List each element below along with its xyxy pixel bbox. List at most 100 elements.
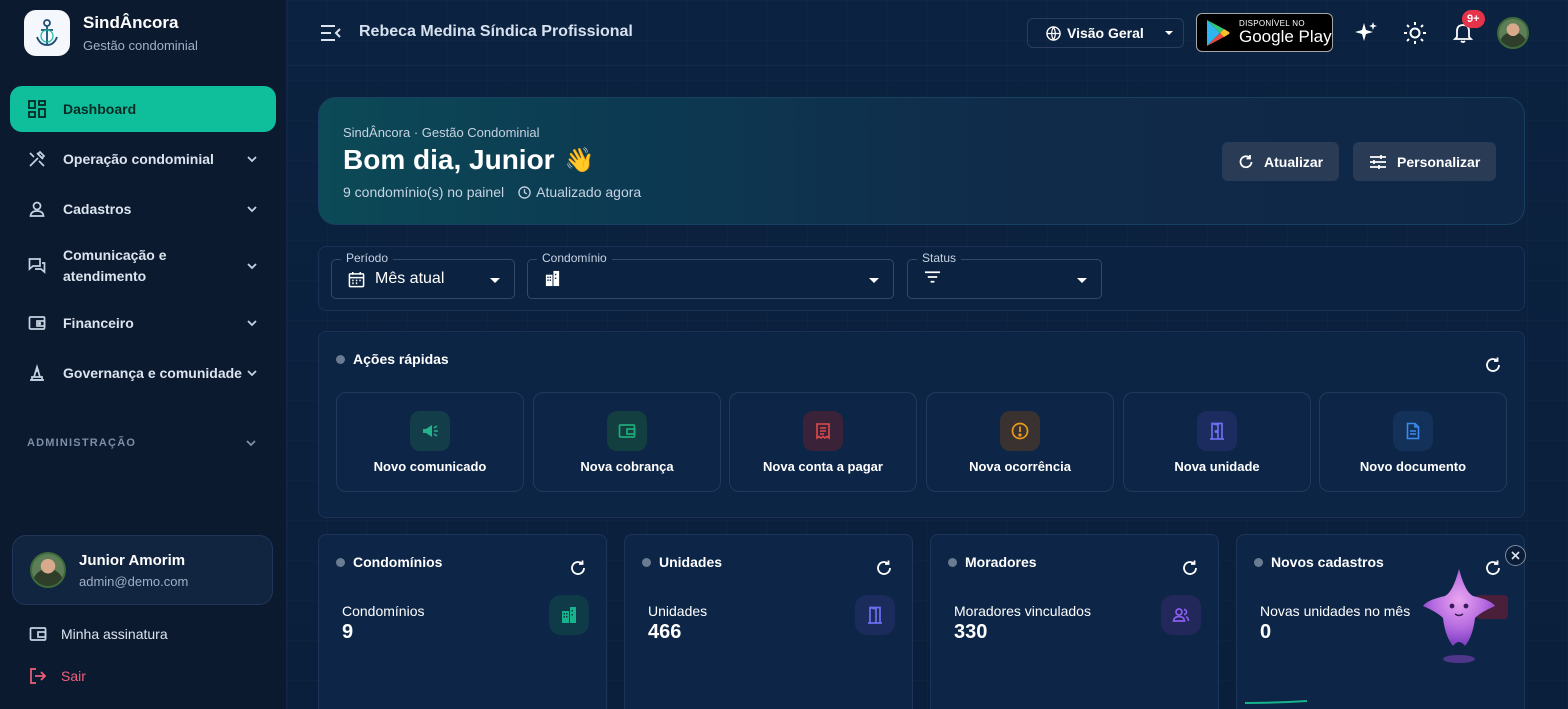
sidebar-item-label: Operação condominial	[63, 150, 214, 167]
logout-link[interactable]: Sair	[29, 667, 86, 685]
stat-value: 0	[1260, 621, 1272, 643]
quick-action-novo-comunicado[interactable]: Novo comunicado	[336, 392, 524, 492]
assistant-star-mascot[interactable]	[1419, 566, 1499, 666]
close-icon	[1511, 551, 1520, 560]
condominium-label: Condomínio	[537, 251, 612, 265]
chevron-down-icon[interactable]	[246, 367, 258, 379]
wallet-icon	[27, 313, 47, 333]
calendar-icon	[348, 271, 365, 287]
refresh-icon	[1239, 154, 1253, 168]
status-label: Status	[917, 251, 962, 265]
stat-value: 9	[342, 621, 354, 643]
quick-action-novo-documento[interactable]: Novo documento	[1319, 392, 1507, 492]
refresh-icon[interactable]	[1484, 356, 1502, 374]
google-play-badge[interactable]: DISPONÍVEL NO Google Play	[1196, 13, 1333, 52]
stat-value: 330	[954, 621, 988, 643]
sidebar-nav: Dashboard Operação condominial Cadastros	[10, 86, 276, 400]
refresh-icon[interactable]	[875, 559, 893, 577]
period-select[interactable]: Período Mês atual	[331, 251, 515, 299]
quick-action-label: Nova cobrança	[580, 459, 674, 474]
welcome-hero: SindÂncora · Gestão Condominial Bom dia,…	[318, 97, 1525, 225]
scope-value: Visão Geral	[1067, 25, 1144, 41]
sidebar-item-operacao[interactable]: Operação condominial	[10, 136, 276, 182]
close-assistant-button[interactable]	[1505, 545, 1526, 566]
sliders-icon	[1370, 154, 1386, 169]
stat-name: Novas unidades no mês	[1260, 603, 1411, 619]
anchor-logo-icon	[24, 10, 70, 56]
people-icon	[1161, 595, 1201, 635]
stat-card-unidades: Unidades Unidades 466	[624, 534, 913, 709]
person-icon	[27, 199, 47, 219]
sidebar-section-administracao[interactable]: ADMINISTRAÇÃO	[27, 437, 257, 449]
user-card[interactable]: Junior Amorim admin@demo.com	[12, 535, 273, 605]
dashboard-icon	[27, 99, 47, 119]
ai-sparkle-button[interactable]	[1353, 20, 1379, 46]
refresh-icon[interactable]	[1181, 559, 1199, 577]
stat-card-condominios: Condomínios Condomínios 9	[318, 534, 607, 709]
quick-action-nova-conta-a-pagar[interactable]: Nova conta a pagar	[729, 392, 917, 492]
user-email: admin@demo.com	[79, 573, 189, 589]
chevron-down-icon[interactable]	[246, 317, 258, 329]
door-icon	[1197, 411, 1237, 451]
scope-select[interactable]: Visão Geral	[1027, 18, 1184, 48]
stat-name: Moradores vinculados	[954, 603, 1091, 619]
stat-title: Unidades	[642, 554, 722, 570]
updated-status: Atualizado agora	[518, 184, 641, 200]
filters-bar: Período Mês atual Condomínio Status	[318, 246, 1525, 311]
brand-name: SindÂncora	[83, 13, 179, 32]
avatar[interactable]	[1497, 17, 1529, 49]
caret-down-icon	[1077, 278, 1087, 283]
subscription-link[interactable]: Minha assinatura	[29, 625, 168, 643]
wave-emoji: 👋	[564, 146, 595, 174]
governance-icon	[27, 363, 47, 383]
sidebar-item-financeiro[interactable]: Financeiro	[10, 300, 276, 346]
status-dot	[1254, 557, 1263, 567]
quick-actions-title: Ações rápidas	[336, 351, 449, 367]
refresh-button[interactable]: Atualizar	[1222, 142, 1340, 181]
wallet-icon	[29, 627, 47, 641]
quick-action-nova-cobranca[interactable]: Nova cobrança	[533, 392, 721, 492]
sidebar-item-comunicacao[interactable]: Comunicação e atendimento	[10, 236, 276, 296]
logout-icon	[30, 668, 47, 684]
stat-title-label: Novos cadastros	[1271, 554, 1384, 570]
sparkle-icon	[1355, 22, 1377, 41]
customize-label: Personalizar	[1397, 153, 1481, 170]
quick-action-label: Novo documento	[1359, 459, 1467, 474]
sidebar-item-label: Dashboard	[63, 100, 137, 117]
greeting-text: Bom dia, Junior	[343, 144, 555, 175]
buildings-icon	[549, 595, 589, 635]
door-icon	[855, 595, 895, 635]
chevron-down-icon[interactable]	[246, 203, 258, 215]
chevron-down-icon[interactable]	[246, 260, 258, 272]
sidebar-item-cadastros[interactable]: Cadastros	[10, 186, 276, 232]
menu-collapse-icon[interactable]	[320, 23, 342, 43]
logout-label: Sair	[61, 668, 86, 684]
refresh-icon[interactable]	[569, 559, 587, 577]
quick-action-nova-ocorrencia[interactable]: Nova ocorrência	[926, 392, 1114, 492]
quick-action-label: Nova ocorrência	[969, 459, 1071, 474]
quick-action-label: Novo comunicado	[373, 459, 487, 474]
period-value: Mês atual	[375, 270, 445, 287]
google-play-icon	[1207, 19, 1230, 46]
sidebar-item-governanca[interactable]: Governança e comunidade	[10, 350, 276, 396]
quick-action-nova-unidade[interactable]: Nova unidade	[1123, 392, 1311, 492]
customize-button[interactable]: Personalizar	[1353, 142, 1497, 181]
condominium-select[interactable]: Condomínio	[527, 251, 894, 299]
sidebar-item-label: Comunicação e atendimento	[63, 247, 167, 284]
sidebar-item-dashboard[interactable]: Dashboard	[10, 86, 276, 132]
condominium-select-body	[544, 270, 883, 287]
gplay-big-text: Google Play	[1239, 27, 1332, 46]
stat-name: Condomínios	[342, 603, 425, 619]
status-dot	[642, 557, 651, 567]
stat-title-label: Condomínios	[353, 554, 443, 570]
status-select[interactable]: Status	[907, 251, 1102, 299]
theme-toggle-button[interactable]	[1402, 20, 1428, 46]
hero-meta: 9 condomínio(s) no painel Atualizado ago…	[343, 184, 641, 200]
chat-icon	[27, 256, 47, 276]
brand[interactable]: SindÂncora Gestão condominial	[24, 10, 198, 56]
quick-action-label: Nova conta a pagar	[763, 459, 883, 474]
chevron-down-icon[interactable]	[246, 153, 258, 165]
sparkline	[1245, 700, 1308, 704]
stat-title: Moradores	[948, 554, 1037, 570]
stat-value: 466	[648, 621, 682, 643]
